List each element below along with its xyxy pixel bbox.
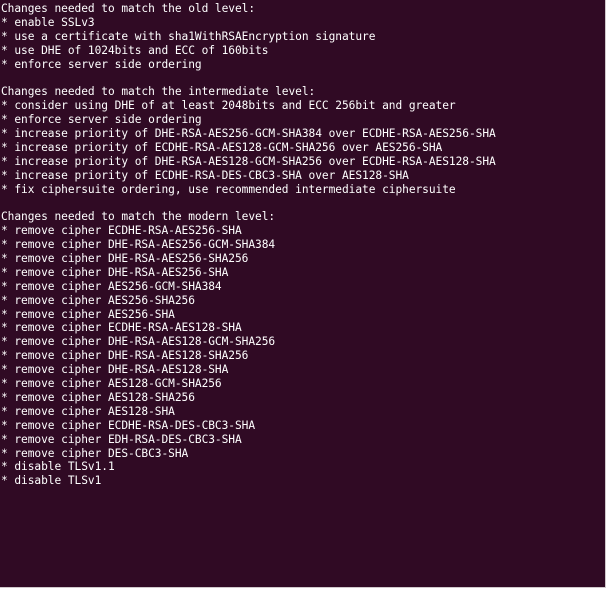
list-item: * remove cipher AES128-SHA256 — [1, 390, 195, 404]
section-heading: Changes needed to match the modern level… — [1, 210, 276, 224]
list-item: * remove cipher DHE-RSA-AES128-GCM-SHA25… — [1, 335, 276, 349]
list-item: * increase priority of DHE-RSA-AES128-GC… — [1, 154, 496, 168]
list-item: * increase priority of DHE-RSA-AES256-GC… — [1, 127, 496, 141]
section-modern-level: Changes needed to match the modern level… — [1, 210, 605, 488]
list-item: * remove cipher AES128-SHA — [1, 404, 175, 418]
list-item: * remove cipher ECDHE-RSA-DES-CBC3-SHA — [1, 418, 256, 432]
list-item: * remove cipher AES256-SHA256 — [1, 293, 195, 307]
list-item: * use DHE of 1024bits and ECC of 160bits — [1, 43, 269, 57]
list-item: * remove cipher EDH-RSA-DES-CBC3-SHA — [1, 432, 242, 446]
list-item: * remove cipher AES256-GCM-SHA384 — [1, 279, 222, 293]
list-item: * remove cipher DHE-RSA-AES128-SHA — [1, 363, 229, 377]
list-item: * remove cipher AES128-GCM-SHA256 — [1, 377, 222, 391]
section-heading: Changes needed to match the intermediate… — [1, 85, 316, 99]
terminal-window[interactable]: Changes needed to match the old level: *… — [0, 0, 606, 588]
list-item: * remove cipher AES256-SHA — [1, 307, 175, 321]
list-item: * remove cipher DHE-RSA-AES128-SHA256 — [1, 349, 249, 363]
list-item: * remove cipher DHE-RSA-AES256-SHA256 — [1, 252, 249, 266]
list-item: * disable TLSv1 — [1, 474, 102, 488]
list-item: * remove cipher DHE-RSA-AES256-SHA — [1, 265, 229, 279]
list-item: * enforce server side ordering — [1, 57, 202, 71]
section-intermediate-level: Changes needed to match the intermediate… — [1, 85, 605, 196]
list-item: * enable SSLv3 — [1, 15, 95, 29]
list-item: * use a certificate with sha1WithRSAEncr… — [1, 29, 376, 43]
list-item: * consider using DHE of at least 2048bit… — [1, 99, 456, 113]
section-old-level: Changes needed to match the old level: *… — [1, 2, 605, 71]
list-item: * remove cipher DHE-RSA-AES256-GCM-SHA38… — [1, 238, 276, 252]
list-item: * remove cipher ECDHE-RSA-AES256-SHA — [1, 224, 242, 238]
list-item: * increase priority of ECDHE-RSA-AES128-… — [1, 140, 443, 154]
section-heading: Changes needed to match the old level: — [1, 2, 256, 15]
list-item: * enforce server side ordering — [1, 113, 202, 127]
list-item: * fix ciphersuite ordering, use recommen… — [1, 182, 456, 196]
list-item: * increase priority of ECDHE-RSA-DES-CBC… — [1, 168, 409, 182]
list-item: * disable TLSv1.1 — [1, 460, 115, 474]
list-item: * remove cipher ECDHE-RSA-AES128-SHA — [1, 321, 242, 335]
list-item: * remove cipher DES-CBC3-SHA — [1, 446, 189, 460]
